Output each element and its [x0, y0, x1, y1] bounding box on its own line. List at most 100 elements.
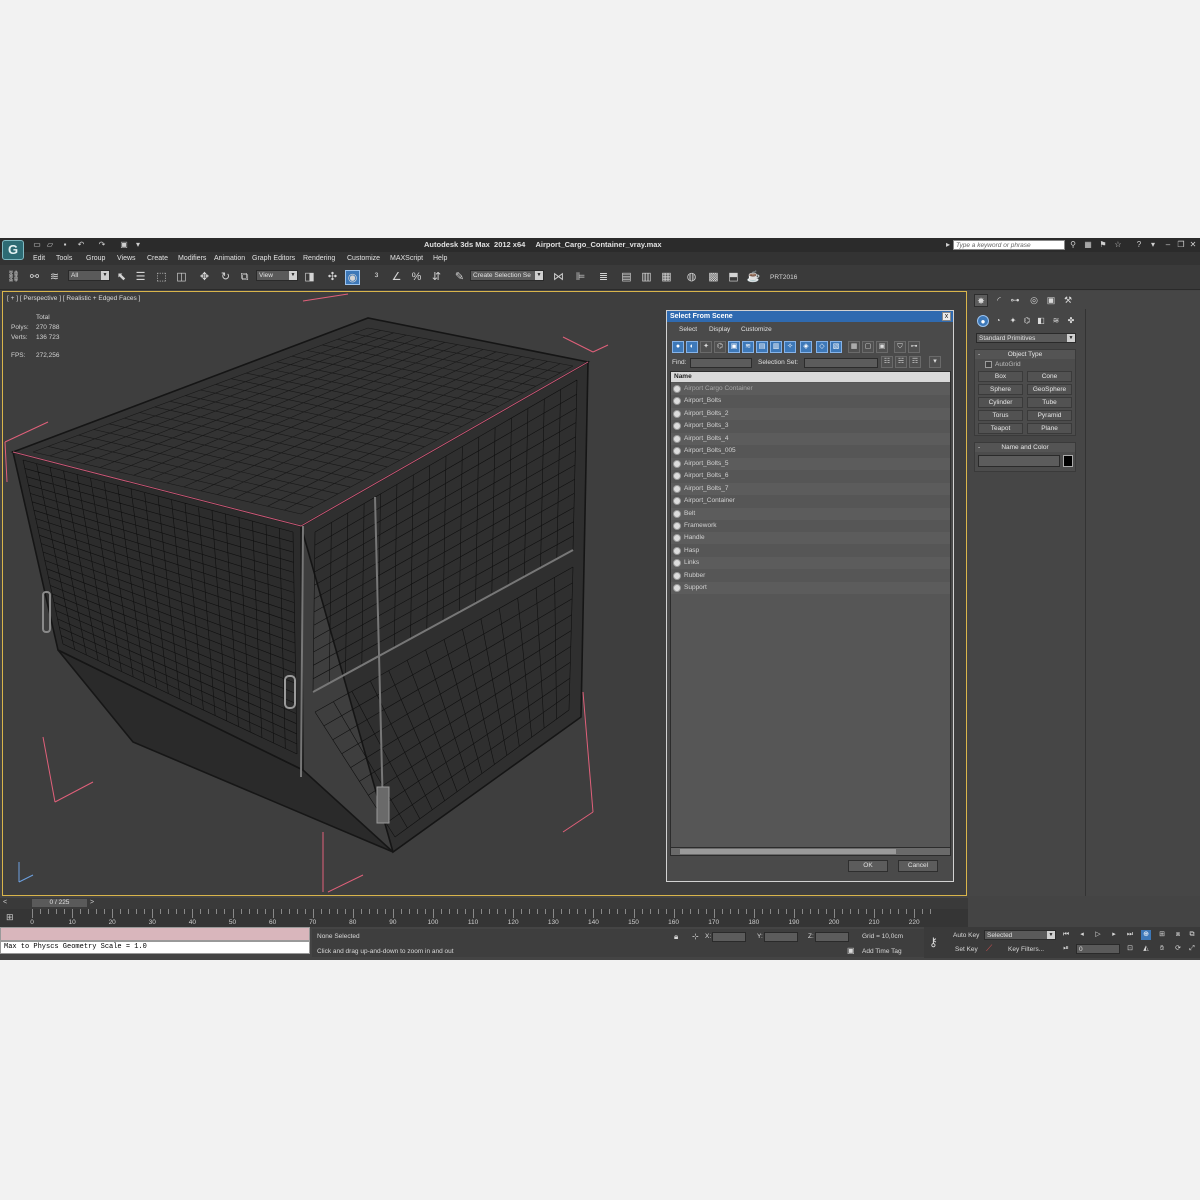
menu-modifiers[interactable]: Modifiers [178, 255, 206, 262]
object-list-row[interactable]: Airport_Bolts_005 [671, 445, 950, 458]
communication-icon[interactable]: ⚑ [1098, 240, 1108, 250]
create-tab-icon[interactable]: ✸ [974, 294, 988, 307]
curve-editor-icon[interactable]: ▥ [639, 270, 654, 285]
zoom-extents-all-icon[interactable]: ⧉ [1187, 930, 1197, 940]
filter-icon[interactable]: ⛉ [894, 341, 906, 353]
select-by-name-icon[interactable]: ☰ [133, 270, 148, 285]
dialog-menu-select[interactable]: Select [679, 326, 697, 333]
ok-button[interactable]: OK [848, 860, 888, 872]
display-all-icon[interactable]: ▦ [848, 341, 860, 353]
layer-manager-icon[interactable]: ≣ [596, 270, 611, 285]
zoom-icon[interactable]: ⊕ [1141, 930, 1151, 940]
display-groups-icon[interactable]: ▤ [756, 341, 768, 353]
display-frozen-icon[interactable]: ◇ [816, 341, 828, 353]
autogrid-checkbox[interactable]: AutoGrid [985, 361, 1021, 368]
link-icon[interactable]: ⛓ [6, 270, 21, 285]
set-key-button[interactable]: Set Key [955, 946, 978, 953]
object-list-row[interactable]: Airport_Bolts_5 [671, 457, 950, 470]
time-slider-next-button[interactable]: > [90, 899, 94, 906]
ref-coord-dropdown[interactable]: View ▼ [256, 270, 298, 281]
material-editor-icon[interactable]: ◍ [684, 270, 699, 285]
orbit-icon[interactable]: ⟳ [1173, 944, 1183, 954]
object-list-row[interactable]: Airport Cargo Container [671, 383, 950, 395]
name-color-header[interactable]: - Name and Color [975, 443, 1075, 452]
align-icon[interactable]: ⊫ [573, 270, 588, 285]
infocenter-arrow-icon[interactable]: ▸ [943, 240, 953, 250]
unlink-icon[interactable]: ⚯ [27, 270, 42, 285]
time-tag-icon[interactable]: ▣ [847, 946, 855, 955]
close-icon[interactable]: ✕ [1188, 240, 1198, 250]
search-input[interactable]: Type a keyword or phrase [953, 240, 1065, 250]
object-list-row[interactable]: Airport_Bolts_2 [671, 407, 950, 420]
object-list-row[interactable]: Framework [671, 519, 950, 532]
object-list-row[interactable]: Links [671, 557, 950, 570]
selection-set-dropdown[interactable] [804, 358, 878, 368]
menu-create[interactable]: Create [147, 255, 168, 262]
quick-access-dropdown-icon[interactable]: ▾ [133, 240, 143, 249]
cone-button[interactable]: Cone [1027, 371, 1072, 382]
object-list-row[interactable]: Handle [671, 532, 950, 545]
scrollbar-thumb[interactable] [680, 849, 896, 854]
object-list-row[interactable]: Airport_Bolts_3 [671, 420, 950, 433]
save-file-icon[interactable]: ▪ [60, 240, 70, 249]
box-button[interactable]: Box [978, 371, 1023, 382]
absolute-mode-icon[interactable]: ⊹ [692, 932, 699, 941]
subscription-icon[interactable]: ▦ [1083, 240, 1093, 250]
object-list-row[interactable]: Airport_Container [671, 495, 950, 508]
dialog-menu-display[interactable]: Display [709, 326, 730, 333]
utilities-tab-icon[interactable]: ⚒ [1061, 294, 1075, 307]
dialog-close-button[interactable]: x [942, 312, 951, 321]
selection-lock-icon[interactable]: 🔒︎ [674, 932, 678, 942]
geosphere-button[interactable]: GeoSphere [1027, 384, 1072, 395]
menu-customize[interactable]: Customize [347, 255, 380, 262]
schematic-view-icon[interactable]: ▦ [659, 270, 674, 285]
torus-button[interactable]: Torus [978, 410, 1023, 421]
object-type-header[interactable]: - Object Type [975, 350, 1075, 359]
angle-snap-icon[interactable]: ∠ [389, 270, 404, 285]
object-list-row[interactable]: Support [671, 582, 950, 595]
x-coordinate-input[interactable] [712, 932, 746, 942]
viewport-label[interactable]: [ + ] [ Perspective ] [ Realistic + Edge… [7, 295, 140, 302]
modify-tab-icon[interactable]: ◜ [992, 294, 1006, 307]
z-coordinate-input[interactable] [815, 932, 849, 942]
track-bar[interactable]: ⊞ 0 10 20 30 40 50 60 70 80 90 100 110 120 130 140 150 1… [0, 909, 968, 927]
maxscript-input[interactable] [0, 927, 310, 941]
previous-frame-icon[interactable]: ◂ [1077, 930, 1087, 940]
named-selection-dropdown[interactable]: Create Selection Se ▼ [470, 270, 544, 281]
cylinder-button[interactable]: Cylinder [978, 397, 1023, 408]
time-slider-prev-button[interactable]: < [3, 899, 7, 906]
find-input[interactable] [690, 358, 752, 368]
display-xrefs-icon[interactable]: ▥ [770, 341, 782, 353]
display-containers-icon[interactable]: ◈ [800, 341, 812, 353]
menu-views[interactable]: Views [117, 255, 136, 262]
pyramid-button[interactable]: Pyramid [1027, 410, 1072, 421]
next-frame-icon[interactable]: ▸ [1109, 930, 1119, 940]
pivot-center-icon[interactable]: ◨ [302, 270, 317, 285]
y-coordinate-input[interactable] [764, 932, 798, 942]
options-dropdown-icon[interactable]: ▾ [929, 356, 941, 368]
horizontal-scrollbar[interactable] [671, 847, 950, 855]
spinner-snap-icon[interactable]: ⇵ [429, 270, 444, 285]
time-configuration-icon[interactable]: ⊡ [1125, 944, 1135, 954]
goto-end-icon[interactable]: ⏭ [1125, 930, 1135, 940]
time-slider[interactable]: < 0 / 225 > [0, 898, 968, 909]
object-list-row[interactable]: Hasp [671, 544, 950, 557]
mirror-icon[interactable]: ⋈ [551, 270, 566, 285]
display-lights-icon[interactable]: ✦ [700, 341, 712, 353]
select-object-icon[interactable]: ⬉ [114, 270, 129, 285]
menu-tools[interactable]: Tools [56, 255, 72, 262]
display-shapes-icon[interactable]: ◐ [686, 341, 698, 353]
menu-group[interactable]: Group [86, 255, 105, 262]
geometry-icon[interactable]: ● [977, 315, 989, 327]
object-color-swatch[interactable] [1063, 455, 1073, 467]
object-list-row[interactable]: Belt [671, 507, 950, 520]
menu-help[interactable]: Help [433, 255, 447, 262]
teapot-button[interactable]: Teapot [978, 423, 1023, 434]
hierarchy-tab-icon[interactable]: ⊶ [1008, 294, 1022, 307]
object-list[interactable]: Name Airport Cargo Container Airport_Bolt… [670, 371, 951, 856]
auto-key-button[interactable]: Auto Key [953, 932, 979, 939]
object-list-row[interactable]: Airport_Bolts_4 [671, 432, 950, 445]
object-list-row[interactable]: Airport_Bolts [671, 395, 950, 408]
window-crossing-icon[interactable]: ◫ [174, 270, 189, 285]
help-icon[interactable]: ? [1134, 240, 1144, 250]
